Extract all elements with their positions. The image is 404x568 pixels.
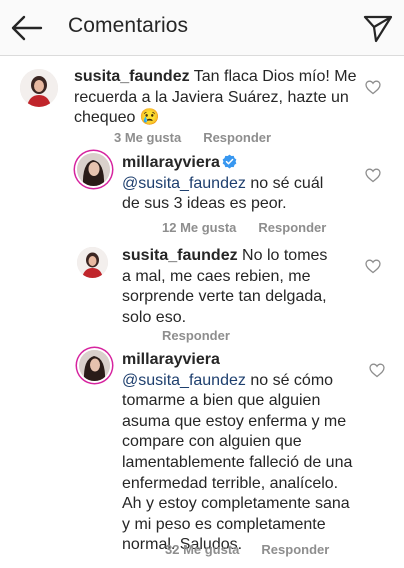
likes-count[interactable]: 3 Me gusta (114, 130, 181, 145)
likes-count[interactable]: 32 Me gusta (165, 542, 239, 557)
avatar-millarayviera[interactable] (79, 350, 110, 381)
avatar-millarayviera[interactable] (77, 153, 110, 186)
reply-button[interactable]: Responder (261, 542, 329, 557)
comment-meta: 32 Me gusta Responder (165, 542, 329, 557)
comment-meta: 12 Me gusta Responder (162, 220, 326, 235)
comment-text: susita_faundez No lo tomes a mal, me cae… (122, 246, 336, 328)
reply-button[interactable]: Responder (162, 328, 230, 343)
top-bar: Comentarios (0, 0, 404, 56)
mention-link[interactable]: @susita_faundez (122, 372, 246, 389)
avatar-susita[interactable] (20, 69, 58, 107)
avatar-susita[interactable] (77, 247, 108, 278)
reply-button[interactable]: Responder (258, 220, 326, 235)
comment-text: millarayviera @susita_faundez no sé cuál… (122, 153, 344, 215)
heart-icon[interactable] (365, 259, 381, 274)
comment-username[interactable]: millarayviera (122, 154, 220, 171)
send-direct-icon[interactable] (362, 12, 394, 44)
back-arrow-icon[interactable] (10, 12, 44, 44)
comment-meta: Responder (162, 328, 230, 343)
comment-username[interactable]: millarayviera (122, 351, 220, 368)
comment-meta: 3 Me gusta Responder (114, 130, 271, 145)
comment-text: susita_faundez Tan flaca Dios mío! Me re… (74, 67, 374, 129)
page-title: Comentarios (68, 14, 189, 37)
heart-icon[interactable] (369, 363, 385, 378)
verified-badge-icon (222, 154, 237, 169)
heart-icon[interactable] (365, 80, 381, 95)
likes-count[interactable]: 12 Me gusta (162, 220, 236, 235)
comment-body: no sé cómo tomarme a bien que alguien as… (122, 371, 353, 554)
reply-button[interactable]: Responder (203, 130, 271, 145)
mention-link[interactable]: @susita_faundez (122, 175, 246, 192)
comment-username[interactable]: susita_faundez (74, 68, 190, 85)
heart-icon[interactable] (365, 168, 381, 183)
comment-username[interactable]: susita_faundez (122, 247, 238, 264)
comment-text: millarayviera @susita_faundez no sé cómo… (122, 350, 354, 556)
